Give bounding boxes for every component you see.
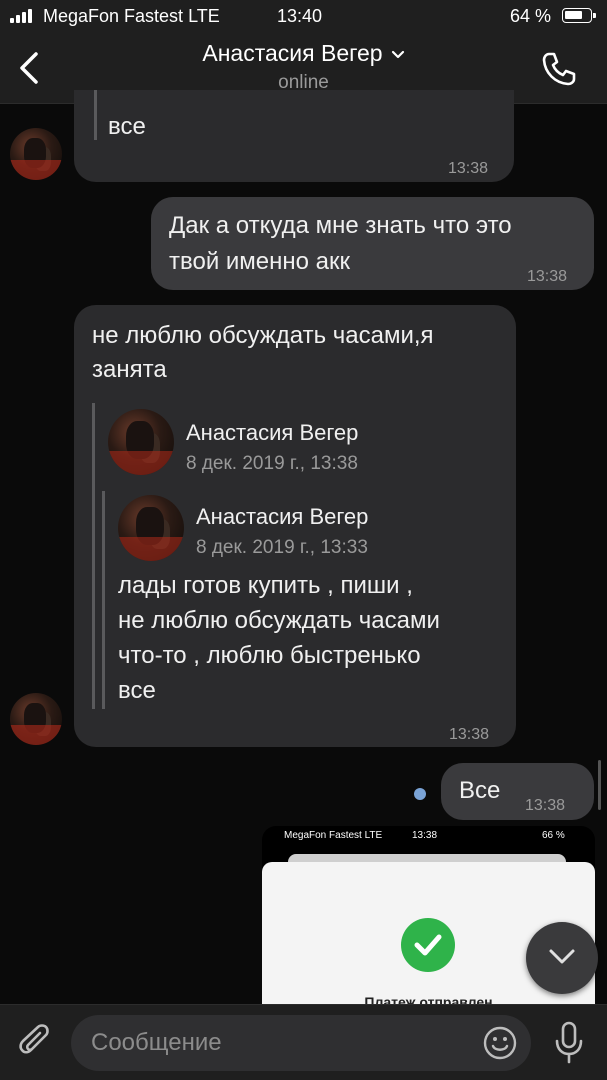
battery-icon [562,8,596,23]
nested-text-line: все [118,677,156,704]
signal-icon [10,9,32,23]
message-time: 13:38 [449,726,490,743]
message-text: все [108,113,146,140]
forwarded-sender-name: Анастасия Вегер [186,420,359,445]
message-time: 13:38 [525,797,566,814]
scrollbar[interactable] [598,760,601,810]
composer-bar: Сообщение [0,1004,607,1080]
forwarded-message[interactable] [92,403,95,709]
nested-date: 8 дек. 2019 г., 13:33 [196,537,368,558]
nested-text-line: лады готов купить , пиши , [118,572,413,599]
message-input[interactable]: Сообщение [71,1015,531,1071]
chevron-down-icon [549,949,575,964]
nested-text-line: что-то , люблю быстренько [118,642,421,669]
unread-dot [414,788,426,800]
battery-percent: 64 % [510,6,552,26]
message-bubble-incoming[interactable]: все 13:38 [74,90,514,182]
message-text: Все [459,777,501,804]
nested-forwarded-message [102,491,105,709]
forwarded-date: 8 дек. 2019 г., 13:38 [186,453,358,474]
status-time: 13:40 [277,6,323,26]
image-time: 13:38 [412,830,438,841]
message-bubble-incoming[interactable]: не люблю обсуждать часами,я занята Анаст… [74,305,516,747]
chevron-down-icon [391,50,404,59]
message-time: 13:38 [448,160,489,177]
message-bubble-outgoing[interactable]: Все 13:38 [441,763,594,820]
message-text-line: занята [92,356,167,383]
nested-forwarded-avatar [118,495,184,561]
message-input-placeholder: Сообщение [91,1029,222,1056]
message-time: 13:38 [527,268,568,285]
image-carrier: MegaFon Fastest LTE [284,830,383,841]
message-text-line: Дак а откуда мне знать что это [169,212,512,239]
microphone-icon[interactable] [552,1021,586,1065]
carrier-name: MegaFon Fastest LTE [43,6,220,26]
forwarded-avatar [108,409,174,475]
paperclip-icon[interactable] [18,1023,54,1063]
message-text-line: твой именно акк [169,248,351,275]
contact-name: Анастасия Вегер [202,40,383,66]
phone-icon[interactable] [540,50,578,88]
reply-quote-bar [94,90,98,140]
message-bubble-outgoing[interactable]: Дак а откуда мне знать что это твой имен… [151,197,594,290]
avatar[interactable] [10,128,62,180]
contact-title[interactable]: Анастасия Вегер [0,40,607,67]
image-battery: 66 % [542,830,565,841]
checkmark-icon [401,918,455,972]
nested-sender-name: Анастасия Вегер [196,504,369,529]
nested-text-line: не люблю обсуждать часами [118,607,440,634]
scroll-down-button[interactable] [526,922,598,994]
image-status-bar: MegaFon Fastest LTE 13:38 66 % [262,826,595,848]
status-bar: MegaFon Fastest LTE 13:40 64 % [0,0,607,32]
avatar[interactable] [10,693,62,745]
smiley-icon[interactable] [483,1026,517,1060]
message-text-line: не люблю обсуждать часами,я [92,322,434,349]
